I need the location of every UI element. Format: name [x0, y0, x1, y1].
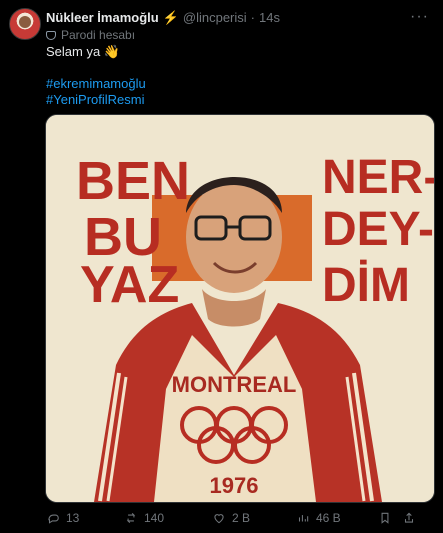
tweet-card: Nükleer İmamoğlu ⚡ @lincperisi · 14s ···… — [0, 0, 443, 533]
tweet-line-1: Selam ya 👋 — [46, 44, 426, 60]
more-icon[interactable]: ··· — [410, 8, 429, 26]
timestamp[interactable]: 14s — [259, 10, 280, 25]
display-name[interactable]: Nükleer İmamoğlu — [46, 10, 159, 25]
parody-mask-icon — [46, 30, 56, 40]
poster-word-dim: DİM — [322, 259, 410, 312]
repost-count: 140 — [144, 511, 165, 525]
time-separator: · — [250, 9, 256, 25]
text-spacer — [46, 60, 426, 76]
tweet-header: Nükleer İmamoğlu ⚡ @lincperisi · 14s — [46, 9, 280, 25]
avatar[interactable] — [9, 8, 41, 40]
like-icon — [214, 514, 224, 524]
repost-icon — [126, 512, 136, 524]
poster-word-dey: DEY- — [322, 203, 434, 256]
repost-button[interactable]: 140 — [124, 511, 212, 525]
poster-word-ner: NER- — [322, 151, 434, 204]
view-count: 46 B — [316, 511, 341, 525]
tweet-actions: 13 140 2 B 46 B — [46, 510, 418, 526]
hashtag-ekremimamoglu[interactable]: #ekremimamoğlu — [46, 76, 426, 92]
tweet-text: Selam ya 👋 #ekremimamoğlu #YeniProfilRes… — [46, 44, 426, 108]
bookmark-icon — [381, 512, 389, 524]
like-count: 2 B — [232, 511, 251, 525]
reply-button[interactable]: 13 — [46, 511, 124, 525]
poster-word-yaz: YAZ — [80, 256, 179, 314]
share-icon — [404, 512, 414, 523]
reply-count: 13 — [66, 511, 80, 525]
share-button[interactable] — [402, 511, 418, 525]
reply-icon — [48, 514, 59, 524]
shirt-year-text: 1976 — [210, 473, 259, 498]
parody-label: Parodi hesabı — [46, 28, 135, 42]
poster-illustration: BEN BU YAZ NER- DEY- DİM MONTREAL 1976 — [46, 115, 434, 502]
bookmark-button[interactable] — [378, 511, 402, 525]
handle[interactable]: @lincperisi — [183, 10, 247, 25]
tweet-image[interactable]: BEN BU YAZ NER- DEY- DİM MONTREAL 1976 — [45, 114, 435, 503]
poster-word-ben: BEN — [76, 151, 190, 211]
like-button[interactable]: 2 B — [212, 511, 296, 525]
views-button[interactable]: 46 B — [296, 511, 378, 525]
views-icon — [298, 515, 309, 522]
parody-text: Parodi hesabı — [61, 28, 136, 42]
lightning-icon: ⚡ — [162, 9, 179, 25]
wave-emoji: 👋 — [103, 44, 121, 59]
hashtag-yeniprofilresmi[interactable]: #YeniProfilResmi — [46, 92, 426, 108]
shirt-montreal-text: MONTREAL — [172, 372, 297, 397]
tweet-greeting: Selam ya — [46, 44, 101, 59]
